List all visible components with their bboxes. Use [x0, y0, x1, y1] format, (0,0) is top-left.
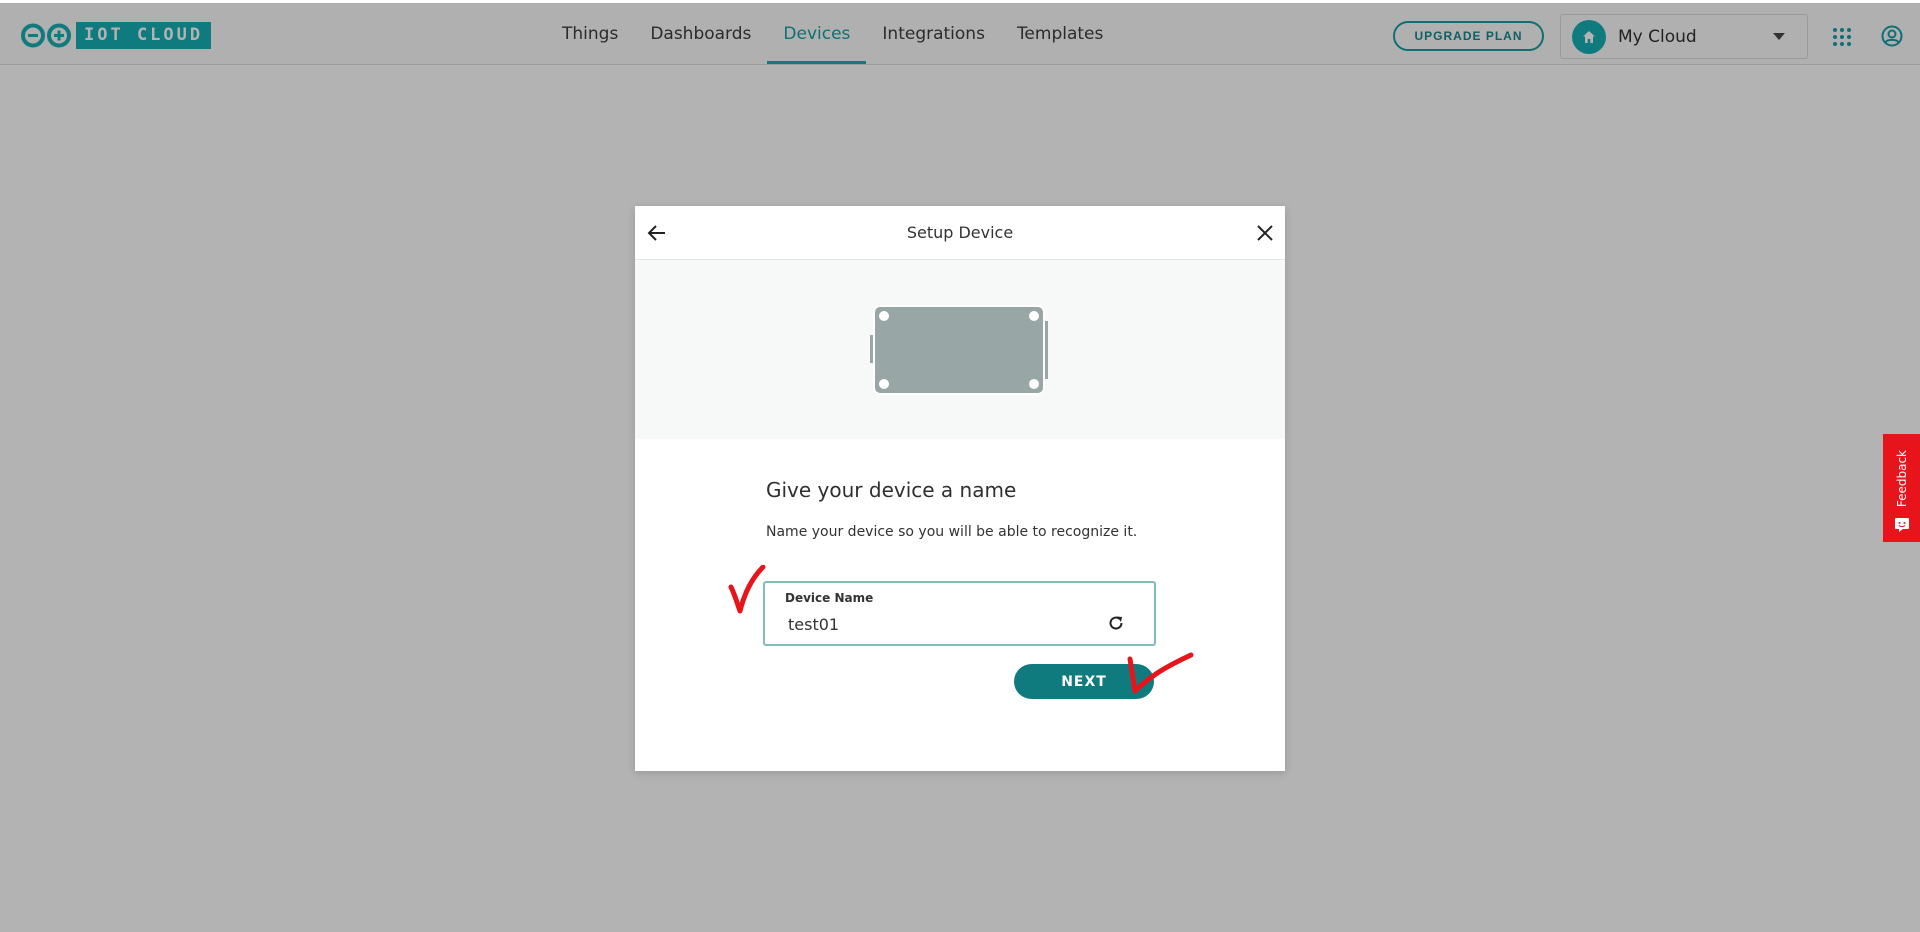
dialog-title: Setup Device [906, 223, 1014, 242]
upgrade-plan-button[interactable]: UPGRADE PLAN [1393, 21, 1544, 51]
logo-text: IOT CLOUD [76, 22, 212, 49]
device-illustration-area [635, 260, 1285, 439]
home-icon [1572, 19, 1606, 54]
refresh-icon[interactable] [1106, 613, 1126, 633]
arrow-left-icon[interactable] [645, 221, 669, 245]
nav-tab-things[interactable]: Things [546, 3, 634, 64]
red-checkmark-annotation [728, 565, 766, 614]
cloud-space-select[interactable]: My Cloud [1560, 14, 1808, 59]
user-icon[interactable] [1881, 25, 1903, 47]
cloud-select-value: My Cloud [1618, 26, 1697, 47]
main-nav: Things Dashboards Devices Integrations T… [546, 3, 1119, 64]
device-name-label: Device Name [785, 591, 874, 605]
top-navigation-bar: IOT CLOUD Things Dashboards Devices Inte… [0, 0, 1920, 65]
device-board-icon [870, 305, 1048, 395]
app-logo[interactable]: IOT CLOUD [19, 22, 212, 49]
close-icon[interactable] [1253, 221, 1277, 245]
nav-tab-integrations[interactable]: Integrations [866, 3, 1001, 64]
nav-tab-dashboards[interactable]: Dashboards [634, 3, 767, 64]
dialog-subtitle: Name your device so you will be able to … [766, 524, 1138, 540]
caret-down-icon [1773, 33, 1785, 40]
setup-device-dialog: Setup Device Give your device a name Nam… [635, 206, 1285, 771]
dialog-body: Give your device a name Name your device… [766, 478, 1166, 540]
nav-tab-templates[interactable]: Templates [1001, 3, 1119, 64]
feedback-label: Feedback [1894, 450, 1909, 508]
red-checkmark-annotation [1127, 652, 1194, 694]
nav-tab-devices[interactable]: Devices [767, 3, 867, 64]
device-name-field[interactable]: Device Name [763, 581, 1156, 646]
dialog-header: Setup Device [635, 206, 1285, 260]
grid-icon[interactable] [1832, 27, 1852, 47]
feedback-tab[interactable]: Feedback [1883, 434, 1920, 542]
dialog-heading: Give your device a name [766, 478, 1017, 502]
arduino-infinity-icon [21, 23, 71, 48]
device-name-input[interactable] [788, 612, 1088, 636]
feedback-icon [1894, 517, 1909, 532]
